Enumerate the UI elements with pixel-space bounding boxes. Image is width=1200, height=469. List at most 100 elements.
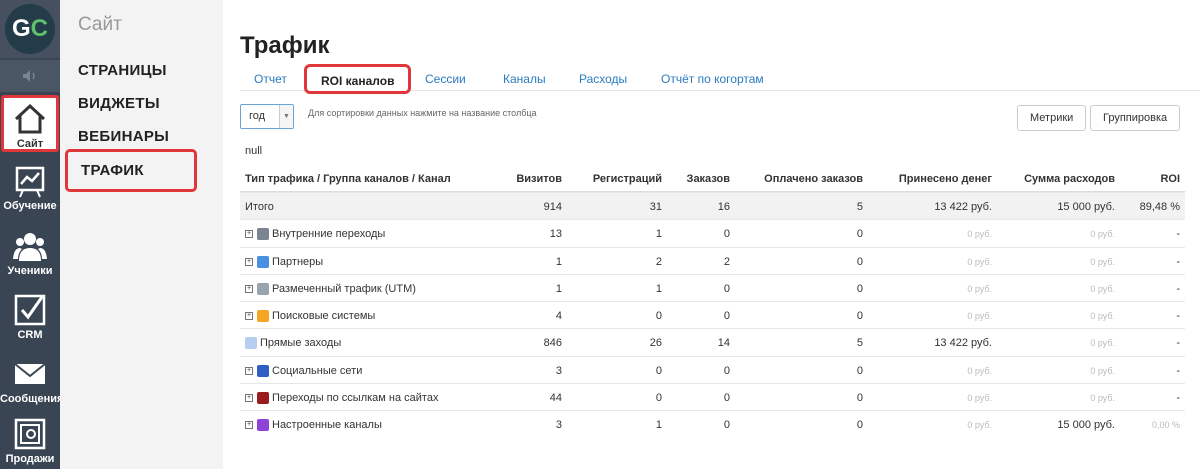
- logo-letter-c: C: [30, 15, 48, 42]
- table-row: + Партнеры 1 2 2 0 0 руб. 0 руб. -: [240, 246, 1185, 274]
- logo[interactable]: GC: [0, 0, 60, 58]
- channel-group-cell: + Переходы по ссылкам на сайтах: [245, 392, 438, 405]
- rail-item-label: Сайт: [16, 138, 44, 150]
- logo-badge: GC: [5, 4, 55, 54]
- sidebar-item-traffic[interactable]: ТРАФИК: [65, 149, 197, 192]
- col-header-registrations[interactable]: Регистраций: [593, 173, 662, 185]
- orders-cell: 0: [723, 364, 730, 377]
- tab-sessions[interactable]: Сессии: [425, 72, 466, 86]
- total-roi: 89,48 %: [1139, 201, 1180, 213]
- rail-item-sales[interactable]: Продажи: [0, 411, 60, 469]
- revenue-cell: 0 руб.: [967, 365, 992, 376]
- col-header-traffic-type[interactable]: Тип трафика / Группа каналов / Канал: [245, 173, 451, 185]
- table-row: + Внутренние переходы 13 1 0 0 0 руб. 0 руб. -: [240, 219, 1185, 246]
- channel-group-name[interactable]: Размеченный трафик (UTM): [272, 283, 416, 295]
- channel-group-icon: [257, 282, 269, 295]
- roi-cell: -: [1176, 364, 1180, 377]
- rail-item-messages[interactable]: Сообщения: [0, 351, 64, 411]
- col-header-paid-orders[interactable]: Оплачено заказов: [764, 173, 863, 185]
- paid-orders-cell: 0: [856, 392, 863, 405]
- channel-group-name[interactable]: Социальные сети: [272, 365, 362, 377]
- tab-report[interactable]: Отчет: [254, 72, 287, 86]
- tab-roi-channels[interactable]: ROI каналов: [304, 64, 412, 94]
- channel-group-icon: [257, 364, 269, 377]
- channel-group-name[interactable]: Переходы по ссылкам на сайтах: [272, 392, 438, 404]
- page-title: Трафик: [240, 32, 330, 59]
- visits-cell: 4: [555, 310, 562, 323]
- paid-orders-cell: 0: [856, 255, 863, 268]
- revenue-cell: 0 руб.: [967, 420, 992, 431]
- registrations-cell: 0: [655, 392, 662, 405]
- registrations-cell: 26: [649, 337, 662, 350]
- paid-orders-cell: 5: [856, 337, 863, 350]
- period-select[interactable]: год ▼: [240, 104, 294, 129]
- rail-item-label: CRM: [17, 329, 43, 341]
- costs-cell: 15 000 руб.: [1057, 419, 1115, 432]
- users-icon: [13, 233, 47, 261]
- rail-item-label: Сообщения: [0, 393, 64, 405]
- main-content: Трафик Отчет ROI каналов Сессии Каналы Р…: [223, 0, 1200, 469]
- revenue-cell: 0 руб.: [967, 229, 992, 240]
- section-sidebar: Сайт СТРАНИЦЫ ВИДЖЕТЫ ВЕБИНАРЫ ТРАФИК: [60, 0, 223, 469]
- costs-cell: 0 руб.: [1090, 365, 1115, 376]
- speaker-icon[interactable]: [0, 60, 60, 92]
- registrations-cell: 1: [655, 228, 662, 241]
- channel-group-name[interactable]: Прямые заходы: [260, 337, 341, 349]
- orders-cell: 0: [723, 392, 730, 405]
- visits-cell: 3: [555, 419, 562, 432]
- rail-item-learning[interactable]: Обучение: [0, 158, 60, 218]
- col-header-revenue[interactable]: Принесено денег: [899, 173, 992, 185]
- sidebar-item-pages[interactable]: СТРАНИЦЫ: [78, 62, 167, 79]
- total-row: Итого 914 31 16 5 13 422 руб. 15 000 руб…: [240, 192, 1185, 220]
- rail-item-students[interactable]: Ученики: [0, 223, 60, 283]
- expand-icon[interactable]: +: [245, 312, 253, 321]
- grouping-button[interactable]: Группировка: [1090, 105, 1181, 131]
- expand-icon[interactable]: +: [245, 394, 253, 403]
- rail-item-label: Ученики: [7, 265, 53, 277]
- registrations-cell: 1: [655, 419, 662, 432]
- expand-icon[interactable]: +: [245, 421, 253, 430]
- col-header-visits[interactable]: Визитов: [516, 173, 562, 185]
- channel-group-cell: + Партнеры: [245, 255, 323, 268]
- roi-cell: 0,00 %: [1151, 420, 1180, 431]
- revenue-cell: 0 руб.: [967, 256, 992, 267]
- channel-group-name[interactable]: Внутренние переходы: [272, 228, 385, 240]
- rail-item-label: Обучение: [3, 200, 57, 212]
- registrations-cell: 0: [655, 364, 662, 377]
- channel-group-name[interactable]: Партнеры: [272, 256, 323, 268]
- channel-group-name[interactable]: Поисковые системы: [272, 310, 375, 322]
- checkbox-icon: [14, 294, 46, 326]
- sidebar-title: Сайт: [78, 14, 122, 35]
- col-header-orders[interactable]: Заказов: [687, 173, 730, 185]
- tab-expenses[interactable]: Расходы: [579, 72, 627, 86]
- costs-cell: 0 руб.: [1090, 338, 1115, 349]
- channel-group-cell: + Размеченный трафик (UTM): [245, 282, 416, 295]
- channel-group-cell: Прямые заходы: [245, 337, 341, 350]
- rail-item-crm[interactable]: CRM: [0, 287, 60, 347]
- tab-channels[interactable]: Каналы: [503, 72, 546, 86]
- table-row: + Поисковые системы 4 0 0 0 0 руб. 0 руб. -: [240, 301, 1185, 328]
- col-header-roi[interactable]: ROI: [1160, 173, 1180, 185]
- total-registrations: 31: [649, 201, 662, 213]
- paid-orders-cell: 0: [856, 282, 863, 295]
- total-revenue: 13 422 руб.: [934, 201, 992, 213]
- total-label: Итого: [245, 201, 274, 213]
- tab-bar: Отчет ROI каналов Сессии Каналы Расходы …: [240, 64, 1200, 94]
- logo-letter-g: G: [11, 15, 31, 42]
- table-body: + Внутренние переходы 1 3 1 0 0 0 руб. 0 руб. - + П…: [240, 219, 1185, 437]
- tab-cohort-report[interactable]: Отчёт по когортам: [661, 72, 764, 86]
- metrics-button[interactable]: Метрики: [1017, 105, 1087, 131]
- channel-group-icon: [245, 337, 257, 350]
- channel-group-name[interactable]: Настроенные каналы: [272, 419, 382, 431]
- sidebar-item-widgets[interactable]: ВИДЖЕТЫ: [78, 95, 160, 112]
- home-icon: [14, 103, 46, 134]
- rail-item-site[interactable]: Сайт: [1, 95, 59, 152]
- revenue-cell: 13 422 руб.: [934, 337, 992, 350]
- visits-cell: 3: [555, 364, 562, 377]
- expand-icon[interactable]: +: [245, 366, 253, 375]
- expand-icon[interactable]: +: [245, 230, 253, 239]
- expand-icon[interactable]: +: [245, 257, 253, 266]
- expand-icon[interactable]: +: [245, 284, 253, 293]
- sidebar-item-webinars[interactable]: ВЕБИНАРЫ: [78, 128, 169, 145]
- col-header-costs[interactable]: Сумма расходов: [1024, 173, 1115, 185]
